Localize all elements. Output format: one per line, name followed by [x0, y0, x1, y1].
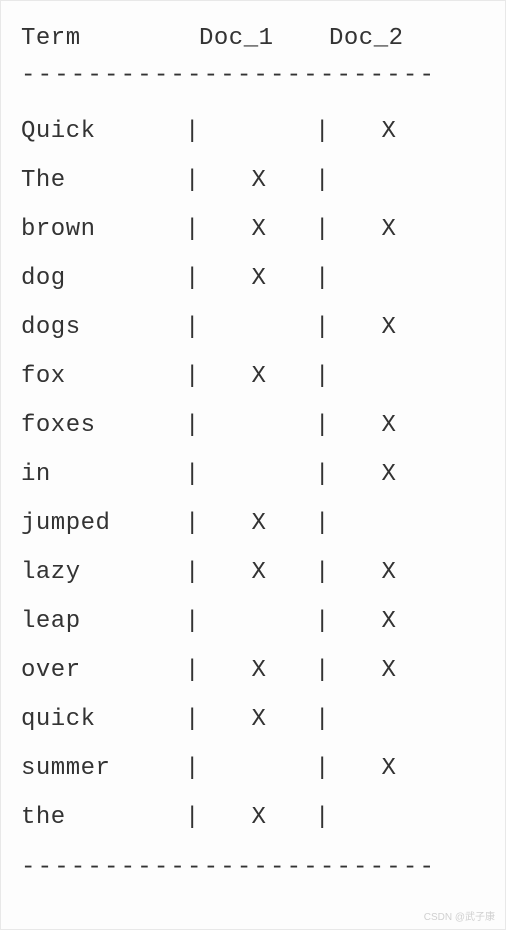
table-row: summer||X [21, 744, 485, 793]
table-row: the|X| [21, 793, 485, 842]
term-cell: Quick [21, 118, 185, 145]
pipe-separator: | [315, 706, 333, 733]
doc2-cell: X [333, 216, 445, 243]
pipe-separator: | [185, 265, 203, 292]
doc1-cell: X [203, 265, 315, 292]
doc1-cell: X [203, 216, 315, 243]
divider-bottom: ------------------------- [21, 854, 485, 881]
pipe-separator: | [185, 510, 203, 537]
term-cell: lazy [21, 559, 185, 586]
doc1-cell: X [203, 167, 315, 194]
inverted-index-table: Term Doc_1 Doc_2 -----------------------… [21, 15, 485, 881]
table-row: The|X| [21, 156, 485, 205]
term-cell: summer [21, 755, 185, 782]
pipe-separator: | [185, 608, 203, 635]
term-cell: in [21, 461, 185, 488]
pipe-separator: | [185, 461, 203, 488]
pipe-separator: | [185, 755, 203, 782]
term-cell: quick [21, 706, 185, 733]
term-cell: fox [21, 363, 185, 390]
pipe-separator: | [185, 657, 203, 684]
doc1-cell: X [203, 510, 315, 537]
doc2-cell: X [333, 755, 445, 782]
term-cell: the [21, 804, 185, 831]
term-cell: brown [21, 216, 185, 243]
pipe-separator: | [315, 657, 333, 684]
doc2-cell: X [333, 412, 445, 439]
term-cell: over [21, 657, 185, 684]
watermark: CSDN @武子康 [424, 908, 495, 923]
pipe-separator: | [315, 608, 333, 635]
divider-top: ------------------------- [21, 62, 485, 89]
table-row: dogs||X [21, 303, 485, 352]
pipe-separator: | [315, 167, 333, 194]
doc2-cell: X [333, 461, 445, 488]
table-row: over|X|X [21, 646, 485, 695]
table-row: dog|X| [21, 254, 485, 303]
pipe-separator: | [315, 118, 333, 145]
doc2-cell: X [333, 559, 445, 586]
pipe-separator: | [185, 706, 203, 733]
doc1-cell: X [203, 706, 315, 733]
table-row: quick|X| [21, 695, 485, 744]
term-cell: foxes [21, 412, 185, 439]
table-row: Quick||X [21, 107, 485, 156]
doc1-cell: X [203, 657, 315, 684]
doc2-cell: X [333, 608, 445, 635]
table-row: foxes||X [21, 401, 485, 450]
table-row: leap||X [21, 597, 485, 646]
term-cell: jumped [21, 510, 185, 537]
pipe-separator: | [185, 216, 203, 243]
table-body: Quick||XThe|X|brown|X|Xdog|X|dogs||Xfox|… [21, 107, 485, 842]
pipe-separator: | [315, 804, 333, 831]
term-cell: dogs [21, 314, 185, 341]
table-row: in||X [21, 450, 485, 499]
doc2-cell: X [333, 657, 445, 684]
pipe-separator: | [315, 755, 333, 782]
term-cell: dog [21, 265, 185, 292]
pipe-separator: | [315, 559, 333, 586]
table-row: brown|X|X [21, 205, 485, 254]
pipe-separator: | [185, 167, 203, 194]
pipe-separator: | [315, 265, 333, 292]
pipe-separator: | [185, 118, 203, 145]
table-row: lazy|X|X [21, 548, 485, 597]
doc1-cell: X [203, 559, 315, 586]
term-cell: leap [21, 608, 185, 635]
table-row: jumped|X| [21, 499, 485, 548]
pipe-separator: | [315, 314, 333, 341]
pipe-separator: | [315, 412, 333, 439]
doc2-cell: X [333, 314, 445, 341]
table-header-row: Term Doc_1 Doc_2 [21, 15, 485, 52]
doc2-cell: X [333, 118, 445, 145]
table-row: fox|X| [21, 352, 485, 401]
header-doc1: Doc_1 [199, 25, 329, 52]
pipe-separator: | [185, 314, 203, 341]
pipe-separator: | [315, 363, 333, 390]
doc1-cell: X [203, 363, 315, 390]
pipe-separator: | [315, 510, 333, 537]
pipe-separator: | [315, 461, 333, 488]
pipe-separator: | [185, 804, 203, 831]
doc1-cell: X [203, 804, 315, 831]
header-term: Term [21, 25, 199, 52]
pipe-separator: | [185, 363, 203, 390]
header-doc2: Doc_2 [329, 25, 439, 52]
pipe-separator: | [315, 216, 333, 243]
pipe-separator: | [185, 412, 203, 439]
pipe-separator: | [185, 559, 203, 586]
term-cell: The [21, 167, 185, 194]
